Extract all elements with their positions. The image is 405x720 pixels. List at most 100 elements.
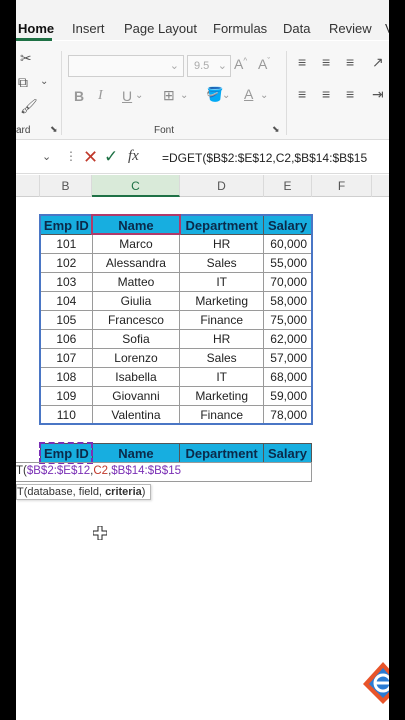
increase-font-icon[interactable]: A^ — [234, 57, 247, 71]
italic-icon[interactable]: I — [98, 89, 103, 103]
tab-page-layout[interactable]: Page Layout — [124, 21, 197, 36]
cancel-icon[interactable]: ✕ — [83, 147, 98, 168]
cut-icon[interactable]: ✂ — [20, 51, 32, 65]
cell-name[interactable]: Giovanni — [91, 386, 181, 406]
cell-salary[interactable]: 70,000 — [263, 272, 312, 292]
cell-salary[interactable]: 62,000 — [263, 329, 312, 349]
column-header-f[interactable]: F — [312, 175, 372, 197]
name-box-dropdown-icon[interactable]: ⌄ — [42, 150, 51, 163]
fill-color-icon[interactable]: 🪣 — [206, 87, 223, 101]
cell-name[interactable]: Marco — [91, 234, 181, 254]
align-middle-icon[interactable]: ≡ — [322, 55, 330, 69]
format-painter-icon[interactable]: 🖌 — [20, 99, 38, 113]
cell-department[interactable]: Sales — [179, 253, 265, 273]
font-size-dropdown[interactable]: 9.5 ⌄ — [187, 55, 231, 77]
cell-department[interactable]: IT — [179, 272, 265, 292]
criteria-header-department[interactable]: Department — [179, 443, 265, 463]
tab-insert[interactable]: Insert — [72, 21, 105, 36]
cell-name[interactable]: Lorenzo — [91, 348, 181, 368]
cell-emp-id[interactable]: 109 — [40, 386, 93, 406]
indent-icon[interactable]: ⇥ — [372, 87, 384, 101]
cell-emp-id[interactable]: 104 — [40, 291, 93, 311]
criteria-header-emp-id[interactable]: Emp ID — [40, 443, 93, 463]
underline-dropdown-icon[interactable]: ⌄ — [135, 91, 143, 101]
cell-emp-id[interactable]: 102 — [40, 253, 93, 273]
formula-input[interactable]: =DGET($B$2:$E$12,C2,$B$14:$B$15 — [162, 151, 367, 165]
cell-emp-id[interactable]: 107 — [40, 348, 93, 368]
borders-dropdown-icon[interactable]: ⌄ — [180, 91, 188, 101]
cell-name[interactable]: Isabella — [91, 367, 181, 387]
column-header-e[interactable]: E — [264, 175, 312, 197]
cell-emp-id[interactable]: 108 — [40, 367, 93, 387]
column-header-d[interactable]: D — [180, 175, 264, 197]
font-color-dropdown-icon[interactable]: ⌄ — [260, 91, 268, 101]
criteria-header-name[interactable]: Name — [91, 443, 181, 463]
decrease-font-icon[interactable]: Aˇ — [258, 57, 270, 71]
cell-salary[interactable]: 59,000 — [263, 386, 312, 406]
cell-department[interactable]: HR — [179, 329, 265, 349]
formula-field-ref: C2 — [93, 465, 109, 477]
tab-view[interactable]: V — [385, 21, 389, 36]
font-color-icon[interactable]: A — [244, 87, 253, 101]
cell-salary[interactable]: 78,000 — [263, 405, 312, 425]
cell-name[interactable]: Giulia — [91, 291, 181, 311]
copy-icon[interactable]: ⧉ — [18, 75, 28, 89]
fill-dropdown-icon[interactable]: ⌄ — [222, 91, 230, 101]
cell-salary[interactable]: 57,000 — [263, 348, 312, 368]
cell-department[interactable]: Sales — [179, 348, 265, 368]
tab-home[interactable]: Home — [18, 21, 54, 36]
cell-name[interactable]: Matteo — [91, 272, 181, 292]
header-salary[interactable]: Salary — [263, 215, 312, 235]
cell-emp-id[interactable]: 106 — [40, 329, 93, 349]
align-center-icon[interactable]: ≡ — [322, 87, 330, 101]
table-row: 109 Giovanni Marketing 59,000 — [40, 386, 312, 406]
copy-dropdown-icon[interactable]: ⌄ — [40, 77, 48, 87]
enter-icon[interactable]: ✓ — [104, 147, 118, 167]
underline-icon[interactable]: U — [122, 89, 132, 103]
cell-department[interactable]: Marketing — [179, 291, 265, 311]
column-header-b[interactable]: B — [40, 175, 92, 197]
tab-review[interactable]: Review — [329, 21, 372, 36]
column-header-c[interactable]: C — [92, 175, 180, 197]
header-department[interactable]: Department — [179, 215, 265, 235]
cell-salary[interactable]: 75,000 — [263, 310, 312, 330]
cell-name[interactable]: Sofia — [91, 329, 181, 349]
tab-formulas[interactable]: Formulas — [213, 21, 267, 36]
align-bottom-icon[interactable]: ≡ — [346, 55, 354, 69]
cell-salary[interactable]: 58,000 — [263, 291, 312, 311]
align-right-icon[interactable]: ≡ — [346, 87, 354, 101]
insert-function-icon[interactable]: fx — [128, 148, 139, 165]
cell-department[interactable]: Finance — [179, 310, 265, 330]
borders-icon[interactable]: ⊞ — [163, 88, 175, 102]
header-emp-id[interactable]: Emp ID — [40, 215, 93, 235]
cell-name[interactable]: Alessandra — [91, 253, 181, 273]
cell-emp-id[interactable]: 103 — [40, 272, 93, 292]
align-left-icon[interactable]: ≡ — [298, 87, 306, 101]
header-name[interactable]: Name — [91, 215, 181, 235]
cell-salary[interactable]: 68,000 — [263, 367, 312, 387]
cell-emp-id[interactable]: 101 — [40, 234, 93, 254]
clipboard-launcher-icon[interactable]: ⬊ — [50, 125, 58, 134]
cell-emp-id[interactable]: 110 — [40, 405, 93, 425]
align-top-icon[interactable]: ≡ — [298, 55, 306, 69]
bold-icon[interactable]: B — [74, 89, 84, 103]
cell-department[interactable]: HR — [179, 234, 265, 254]
font-name-dropdown[interactable]: ⌄ — [68, 55, 184, 77]
criteria-header-salary[interactable]: Salary — [263, 443, 312, 463]
font-launcher-icon[interactable]: ⬊ — [272, 125, 280, 134]
tab-data[interactable]: Data — [283, 21, 310, 36]
column-header-a[interactable] — [16, 175, 40, 197]
cell-salary[interactable]: 55,000 — [263, 253, 312, 273]
cell-name[interactable]: Valentina — [91, 405, 181, 425]
tooltip-close: ) — [141, 486, 146, 498]
cell-name[interactable]: Francesco — [91, 310, 181, 330]
cell-department[interactable]: IT — [179, 367, 265, 387]
cell-salary[interactable]: 60,000 — [263, 234, 312, 254]
cell-department[interactable]: Finance — [179, 405, 265, 425]
formula-bar-grip-icon[interactable]: ⋮ — [65, 149, 77, 163]
in-cell-formula[interactable]: T($B$2:$E$12,C2,$B$14:$B$15 — [16, 465, 181, 477]
orientation-icon[interactable]: ↗ — [372, 55, 384, 69]
function-argument-tooltip: T(database, field, criteria) — [16, 484, 152, 500]
cell-department[interactable]: Marketing — [179, 386, 265, 406]
cell-emp-id[interactable]: 105 — [40, 310, 93, 330]
